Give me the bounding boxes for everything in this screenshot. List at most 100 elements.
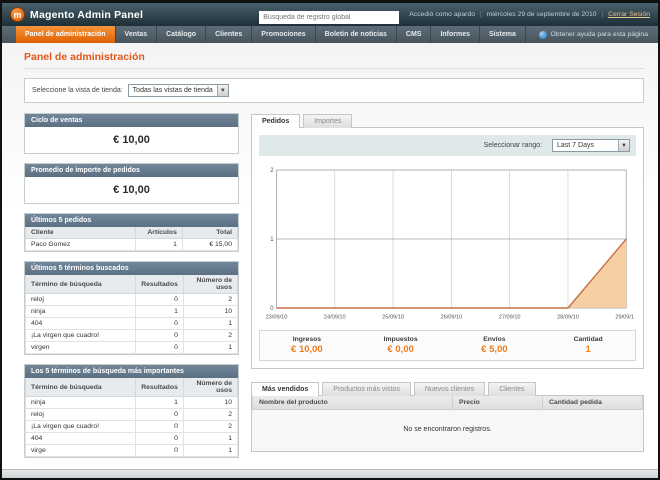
nav-item-promociones[interactable]: Promociones [252,26,316,43]
col-header-producto: Nombre del producto [252,396,453,410]
svg-text:26/09/10: 26/09/10 [440,314,462,320]
svg-text:27/09/10: 27/09/10 [499,314,521,320]
nav-item-sistema[interactable]: Sistema [480,26,526,43]
lifetime-sales-value: € 10,00 [113,134,150,146]
global-search [259,6,400,24]
cell-term: ¡La virgen que cuadro! [24,420,137,433]
header-user-info: Accedió como apardo | miércoles 29 de se… [409,11,650,18]
last-orders-table: Cliente Artículos Total Paco Gomez 1 € 1… [24,227,239,251]
cell-term: ninja [24,305,137,318]
table-row[interactable]: 404 0 1 [24,317,239,330]
store-view-selector: Seleccione la vista de tienda: Todas las… [24,78,644,103]
browser-viewport: m Magento Admin Panel Accedió como apard… [0,0,660,480]
products-tabs: Más vendidos Productos más vistos Nuevos… [251,381,644,396]
cell-term: virge [24,444,137,457]
col-header: Término de búsqueda [24,275,137,294]
app-title: Magento Admin Panel [30,8,144,21]
nav-item-informes[interactable]: Informes [431,26,481,43]
svg-text:1: 1 [270,236,274,243]
top-search-terms-widget: Los 5 términos de búsqueda más important… [24,364,239,458]
nav-item-ventas[interactable]: Ventas [116,26,158,43]
stat-cantidad: Cantidad 1 [541,336,635,355]
nav-item-clientes[interactable]: Clientes [206,26,253,43]
table-row[interactable]: ¡La virgen que cuadro! 0 2 [24,329,239,342]
table-row[interactable]: virge 0 1 [24,444,239,457]
last-orders-widget: Últimos 5 pedidos Cliente Artículos Tota… [24,213,239,252]
logout-link[interactable]: Cerrar Sesión [608,11,650,18]
col-header: Número de usos [182,378,239,397]
svg-text:29/09/10: 29/09/10 [615,314,634,320]
tab-pedidos[interactable]: Pedidos [251,114,301,128]
svg-text:23/09/10: 23/09/10 [266,314,288,320]
stat-ingresos: Ingresos € 10,00 [260,336,354,355]
lifetime-sales-widget: Ciclo de ventas € 10,00 [24,113,239,154]
tab-nuevos-clientes[interactable]: Nuevos clientes [413,382,486,396]
last-search-terms-widget: Últimos 5 términos buscados Término de b… [24,261,239,355]
orders-area-chart: 0 1 2 23/09/10 24/09/10 25/09/10 26/09/10 27/09… [259,162,636,322]
cell-uses: 2 [182,420,239,433]
dashboard-left-column: Ciclo de ventas € 10,00 Promedio de impo… [24,113,239,465]
widget-title: Los 5 términos de búsqueda más important… [25,365,238,378]
help-link[interactable]: Obtener ayuda para esta página [538,26,659,43]
nav-item-cms[interactable]: CMS [397,26,432,43]
table-row[interactable]: Paco Gomez 1 € 15,00 [24,238,239,251]
table-row[interactable]: reloj 0 2 [24,408,239,421]
dashboard-right-column: Pedidos Importes Seleccionar rango: Last… [251,113,644,465]
range-selector-bar: Seleccionar rango: Last 7 Days ▼ [259,135,636,156]
store-view-label: Seleccione la vista de tienda: [32,87,123,94]
chevron-down-icon: ▼ [216,85,228,96]
table-row[interactable]: ¡La virgen que cuadro! 0 2 [24,420,239,433]
chart-tabs: Pedidos Importes [251,113,644,128]
global-search-input[interactable] [259,10,400,24]
stat-label: Ingresos [292,336,322,343]
cell-term: reloj [24,293,137,306]
tab-importes[interactable]: Importes [303,114,353,128]
table-row[interactable]: virgen 0 1 [24,341,239,354]
stat-value: € 10,00 [291,344,323,355]
cell-results: 1 [135,305,184,318]
col-header-precio: Precio [452,396,543,410]
cell-uses: 10 [182,305,239,318]
widget-title: Últimos 5 términos buscados [25,262,238,275]
cell-results: 1 [135,396,184,409]
table-row[interactable]: ninja 1 10 [24,396,239,409]
tab-productos-mas-vistos[interactable]: Productos más vistos [322,382,411,396]
cell-term: reloj [24,408,137,421]
tab-clientes[interactable]: Clientes [488,382,536,396]
table-row[interactable]: ninja 1 10 [24,305,239,318]
cell-results: 0 [135,408,184,421]
widget-title: Ciclo de ventas [25,114,238,127]
cell-term: ninja [24,396,137,409]
svg-text:25/09/10: 25/09/10 [382,314,404,320]
cell-uses: 1 [182,432,239,445]
chart-svg: 0 1 2 23/09/10 24/09/10 25/09/10 26/09/10 27/09… [266,167,634,320]
cell-uses: 10 [182,396,239,409]
current-date: miércoles 29 de septiembre de 2010 [486,11,597,18]
cell-term: 404 [24,317,137,330]
table-row[interactable]: reloj 0 2 [24,293,239,306]
cell-uses: 2 [182,293,239,306]
svg-text:24/09/10: 24/09/10 [324,314,346,320]
widget-title: Promedio de importe de pedidos [25,164,238,177]
col-header: Total [181,227,239,239]
range-value: Last 7 Days [557,142,594,149]
help-globe-icon [538,30,547,39]
cell-results: 0 [135,432,184,445]
nav-item-boletin[interactable]: Boletín de noticias [316,26,397,43]
range-select[interactable]: Last 7 Days ▼ [552,139,630,152]
stat-label: Cantidad [573,336,603,343]
tab-mas-vendidos[interactable]: Más vendidos [251,382,320,396]
cell-results: 0 [135,444,184,457]
col-header: Término de búsqueda [24,378,137,397]
col-header: Cliente [24,227,137,239]
nav-item-catalogo[interactable]: Catálogo [157,26,207,43]
col-header: Resultados [135,378,184,397]
products-table: Nombre del producto Precio Cantidad pedi… [252,396,643,410]
last-search-table: Término de búsqueda Resultados Número de… [24,275,239,354]
nav-item-dashboard[interactable]: Panel de administración [16,26,116,43]
cell-uses: 1 [182,341,239,354]
store-view-select[interactable]: Todas las vistas de tienda ▼ [127,84,229,97]
col-header: Resultados [135,275,184,294]
average-orders-value: € 10,00 [113,184,150,196]
table-row[interactable]: 404 0 1 [24,432,239,445]
